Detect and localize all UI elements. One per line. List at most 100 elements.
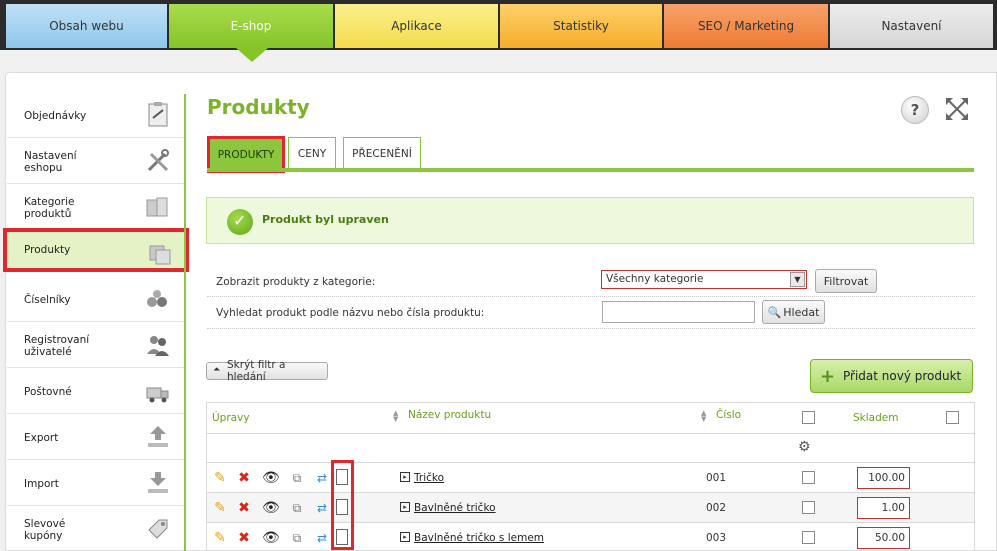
collapse-icon: ⏶ (213, 365, 221, 375)
nav-tab-obsah-webu[interactable]: Obsah webu (6, 4, 167, 48)
sidebar-item-objednavky[interactable]: Objednávky (7, 94, 185, 138)
sort-icon[interactable]: ▲ ▼ (393, 410, 398, 423)
table-subheader-row: ⚙ (207, 433, 974, 462)
product-name-link[interactable]: Bavlněné tričko s lemem (414, 532, 544, 544)
move-icon[interactable]: ⇄ (314, 470, 330, 486)
sidebar-item-label: Kategorie produktů (24, 195, 75, 220)
top-navigation: Obsah webu E-shop Aplikace Statistiky SE… (0, 0, 997, 50)
delete-icon[interactable]: ✖ (236, 470, 252, 486)
sidebar-item-produkty[interactable]: Produkty (3, 228, 189, 272)
hide-filter-label: Skrýt filtr a hledání (227, 359, 286, 383)
view-icon[interactable]: 👁 (262, 470, 280, 486)
success-message-text: Produkt byl upraven (262, 213, 389, 226)
sidebar-item-kategorie-produktu[interactable]: Kategorie produktů (7, 186, 185, 230)
tools-icon (147, 149, 169, 172)
sidebar-item-label: Export (24, 431, 59, 444)
view-icon[interactable]: 👁 (262, 530, 280, 546)
plus-icon: + (820, 366, 836, 387)
sidebar-item-nastaveni-eshopu[interactable]: Nastavení eshopu (7, 140, 185, 184)
sidebar-item-export[interactable]: Export (7, 416, 185, 460)
table-row: ✎ ✖ 👁 ⧉ ⇄ ▸ Bavlněné tričko s lemem 003 … (207, 522, 974, 551)
move-icon[interactable]: ⇄ (314, 530, 330, 546)
sort-icon[interactable]: ▲ ▼ (701, 410, 706, 423)
col-header-stock: Skladem (853, 412, 899, 424)
sidebar-item-label: Produkty (24, 244, 71, 256)
row-checkbox[interactable] (802, 471, 815, 484)
copy-icon[interactable]: ⧉ (289, 530, 305, 546)
category-filter-label: Zobrazit produkty z kategorie: (216, 276, 376, 288)
checkmark-icon (227, 209, 253, 235)
move-icon[interactable]: ⇄ (314, 500, 330, 516)
copy-icon[interactable]: ⧉ (289, 500, 305, 516)
row-checkbox[interactable] (802, 531, 815, 544)
sidebar-item-postovne[interactable]: Poštovné (7, 370, 185, 414)
select-all-checkbox[interactable] (802, 411, 815, 424)
sidebar-item-label: Číselníky (24, 293, 71, 306)
sidebar-item-import[interactable]: Import (7, 462, 185, 506)
stock-all-checkbox[interactable] (946, 411, 959, 424)
search-input[interactable] (602, 301, 755, 323)
table-row: ✎ ✖ 👁 ⧉ ⇄ ▸ Tričko 001 100.00 (207, 462, 974, 492)
product-name-link[interactable]: Tričko (414, 472, 444, 484)
sidebar-item-registrovani-uzivatele[interactable]: Registrovaní uživatelé (7, 324, 185, 368)
highlight-box (331, 460, 354, 550)
upload-icon (148, 426, 168, 447)
tab-preceneni[interactable]: PŘECENĚNÍ (343, 137, 421, 169)
nav-tab-eshop[interactable]: E-shop (169, 4, 333, 48)
edit-icon[interactable]: ✎ (212, 470, 228, 486)
page-title: Produkty (207, 95, 310, 119)
product-number: 002 (706, 502, 727, 514)
category-select[interactable]: Všechny kategorie ▼ (601, 270, 807, 289)
clipboard-icon (148, 102, 168, 127)
col-header-edit: Úpravy (212, 412, 250, 424)
sidebar-item-ciselniky[interactable]: Číselníky (7, 278, 185, 322)
search-icon: 🔍 (767, 305, 782, 319)
boxes-icon (146, 197, 168, 217)
product-name-link[interactable]: Bavlněné tričko (414, 502, 496, 514)
col-header-name[interactable]: Název produktu (408, 400, 491, 430)
search-button[interactable]: 🔍 Hledat (762, 300, 825, 324)
expand-icon[interactable]: ▸ (400, 502, 410, 512)
sidebar-item-label: Poštovné (24, 385, 72, 398)
copy-icon[interactable]: ⧉ (289, 470, 305, 486)
nav-tab-nastaveni[interactable]: Nastavení (830, 4, 993, 48)
category-select-value: Všechny kategorie (606, 273, 704, 285)
row-checkbox[interactable] (802, 501, 815, 514)
sidebar-item-label: Slevové kupóny (24, 517, 66, 542)
sidebar-item-label: Import (24, 477, 59, 490)
products-icon (149, 245, 171, 265)
filter-button[interactable]: Filtrovat (815, 269, 877, 293)
download-icon (148, 472, 168, 493)
nav-tab-statistiky[interactable]: Statistiky (500, 4, 662, 48)
gear-icon[interactable]: ⚙ (798, 439, 811, 455)
chevron-down-icon[interactable]: ▼ (790, 272, 805, 287)
view-icon[interactable]: 👁 (262, 500, 280, 516)
products-table: Úpravy ▲ ▼ Název produktu ▲ ▼ Číslo Sklade… (206, 402, 975, 551)
stock-input[interactable]: 1.00 (857, 497, 910, 519)
col-header-number[interactable]: Číslo (716, 400, 741, 430)
nav-tab-aplikace[interactable]: Aplikace (335, 4, 498, 48)
delete-icon[interactable]: ✖ (236, 530, 252, 546)
fullscreen-icon[interactable] (944, 96, 970, 122)
expand-icon[interactable]: ▸ (400, 472, 410, 482)
sidebar-item-label: Objednávky (24, 109, 87, 122)
hide-filter-button[interactable]: ⏶ Skrýt filtr a hledání (206, 359, 328, 383)
counters-icon (147, 290, 167, 307)
add-product-button[interactable]: + Přidat nový produkt (810, 359, 973, 393)
delete-icon[interactable]: ✖ (236, 500, 252, 516)
stock-input[interactable]: 100.00 (857, 467, 910, 489)
edit-icon[interactable]: ✎ (212, 530, 228, 546)
nav-tab-seo-marketing[interactable]: SEO / Marketing (664, 4, 828, 48)
help-button[interactable]: ? (901, 96, 929, 124)
search-row: Vyhledat produkt podle názvu nebo čísla … (207, 297, 975, 329)
expand-icon[interactable]: ▸ (400, 532, 410, 542)
users-icon (147, 336, 169, 356)
sidebar-item-label: Registrovaní uživatelé (24, 333, 90, 358)
stock-input[interactable]: 50.00 (857, 527, 910, 549)
sidebar-item-label: Nastavení eshopu (24, 149, 77, 174)
sidebar-item-slevove-kupony[interactable]: Slevové kupóny (7, 508, 185, 551)
sidebar-divider (184, 94, 186, 551)
truck-icon (146, 387, 169, 403)
edit-icon[interactable]: ✎ (212, 500, 228, 516)
tab-ceny[interactable]: CENY (288, 137, 336, 169)
